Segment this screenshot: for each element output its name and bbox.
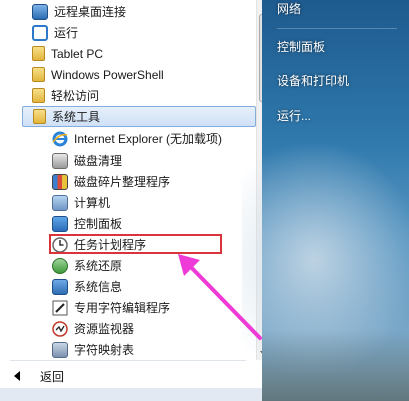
back-label: 返回 [40, 369, 65, 384]
private-character-editor-icon [52, 300, 68, 316]
start-menu: 远程桌面连接 运行 Tablet PC Windows PowerShell 轻… [0, 0, 409, 401]
list-item-run[interactable]: 运行 [32, 22, 268, 43]
list-item-label: 系统还原 [74, 258, 123, 273]
list-item-label: Tablet PC [51, 46, 104, 61]
computer-icon [52, 194, 68, 211]
right-pane: 网络 控制面板 设备和打印机 运行... [242, 0, 409, 401]
folder-icon [33, 109, 46, 124]
disk-defragmenter-icon [52, 173, 68, 190]
disk-cleanup-icon [52, 152, 68, 169]
folder-accessibility[interactable]: 轻松访问 [32, 85, 268, 106]
list-item-remote-desktop[interactable]: 远程桌面连接 [32, 1, 268, 22]
system-restore-icon [52, 257, 68, 274]
right-link-network[interactable]: 网络 [277, 0, 301, 17]
folder-system-tools[interactable]: 系统工具 [22, 106, 256, 127]
remote-desktop-icon [32, 3, 48, 20]
list-item-label: 资源监视器 [74, 321, 135, 336]
right-link-control-panel[interactable]: 控制面板 [277, 38, 325, 55]
list-item-label: 磁盘清理 [74, 153, 123, 168]
right-link-devices-and-printers[interactable]: 设备和打印机 [277, 72, 349, 89]
run-icon [32, 24, 48, 41]
control-panel-icon [52, 215, 68, 232]
folder-windows-powershell[interactable]: Windows PowerShell [32, 64, 268, 85]
list-item-label: 轻松访问 [51, 88, 100, 103]
right-link-run[interactable]: 运行... [277, 107, 311, 124]
left-border [0, 0, 10, 401]
list-item-label: 系统工具 [52, 109, 101, 124]
right-separator [277, 28, 397, 29]
folder-icon [32, 67, 45, 82]
list-item-label: 字符映射表 [74, 342, 135, 357]
list-item-label: Internet Explorer (无加载项) [74, 131, 223, 146]
folder-icon [32, 46, 45, 61]
system-info-icon [52, 278, 68, 295]
list-item-label: Windows PowerShell [51, 67, 164, 82]
list-item-label: 运行 [54, 25, 79, 40]
list-item-label: 磁盘碎片整理程序 [74, 174, 171, 189]
internet-explorer-icon [52, 131, 68, 147]
back-arrow-icon [14, 371, 20, 381]
character-map-icon [52, 341, 68, 358]
back-separator [10, 360, 246, 361]
list-item-label: 专用字符编辑程序 [74, 300, 171, 315]
bottom-strip [0, 388, 262, 401]
back-button[interactable]: 返回 [14, 366, 64, 386]
background-shade [262, 330, 409, 401]
folder-icon [32, 88, 45, 103]
list-item-label: 控制面板 [74, 216, 123, 231]
pink-pointer-arrow [178, 254, 262, 340]
list-item-label: 系统信息 [74, 279, 123, 294]
folder-tablet-pc[interactable]: Tablet PC [32, 43, 268, 64]
resource-monitor-icon [52, 320, 68, 337]
list-item-label: 远程桌面连接 [54, 4, 127, 19]
list-item-label: 计算机 [74, 195, 111, 210]
